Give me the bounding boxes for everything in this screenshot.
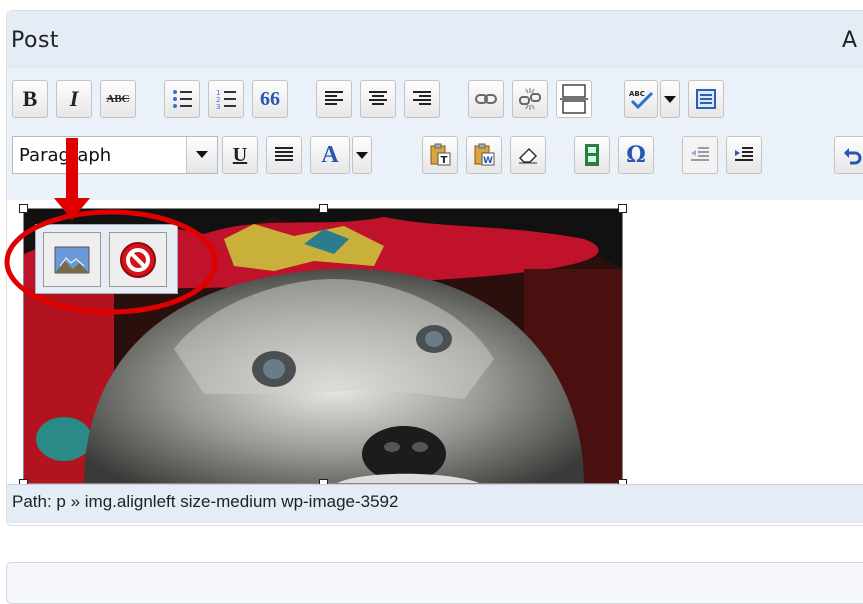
annotation-arrow-shaft — [66, 138, 78, 200]
element-path-text: Path: p » img.alignleft size-medium wp-i… — [12, 492, 399, 511]
annotation-highlight-ellipse — [4, 209, 218, 315]
lower-panel-edge — [6, 562, 863, 604]
